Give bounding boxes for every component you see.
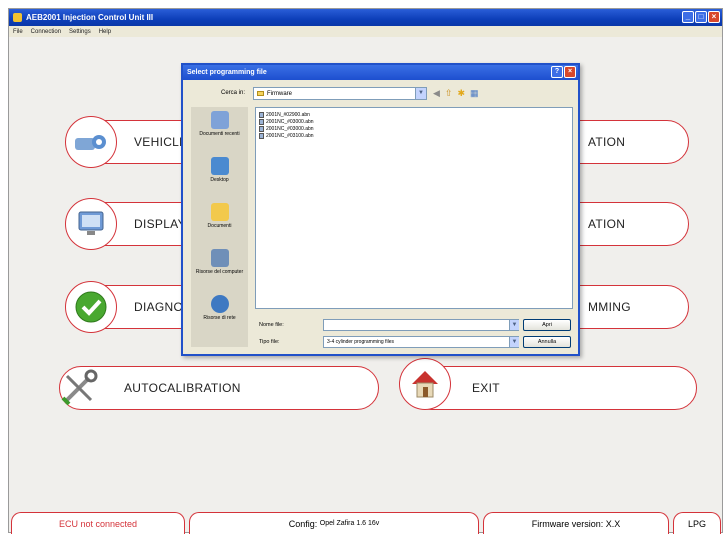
- file-item[interactable]: 2001NC_#03100.abn: [259, 132, 569, 139]
- file-item[interactable]: 2001NC_#03000.abn: [259, 125, 569, 132]
- place-label: Documenti recenti: [199, 131, 240, 137]
- filename-label: Nome file:: [259, 322, 284, 328]
- new-folder-icon[interactable]: ✱: [457, 88, 465, 99]
- chevron-down-icon[interactable]: ▼: [509, 320, 519, 330]
- network-icon: [210, 295, 229, 313]
- place-network[interactable]: Risorse di rete: [191, 291, 248, 337]
- file-item[interactable]: 2001NC_#03000.abn: [259, 118, 569, 125]
- chevron-down-icon[interactable]: ▼: [415, 88, 426, 99]
- up-folder-icon[interactable]: ⇧: [445, 88, 453, 99]
- place-desktop[interactable]: Desktop: [191, 153, 248, 199]
- filetype-select[interactable]: 3-4 cylinder programming files: [323, 336, 519, 348]
- file-name: 2001NC_#03100.abn: [266, 132, 314, 139]
- check-icon: [65, 281, 117, 333]
- tools-icon: [53, 362, 105, 414]
- fuel-value: LPG: [687, 518, 706, 529]
- right-label-2: ATION: [588, 217, 626, 231]
- file-name: 2001NC_#03000.abn: [266, 118, 314, 125]
- menu-bar: File Connection Settings Help: [9, 26, 722, 37]
- dialog-title: Select programming file: [187, 69, 267, 76]
- file-icon: [259, 125, 264, 132]
- file-icon: [259, 132, 264, 139]
- place-label: Risorse di rete: [203, 315, 236, 321]
- file-name: 2001NC_#03000.abn: [266, 125, 314, 132]
- autocalibration-label: AUTOCALIBRATION: [124, 381, 241, 395]
- diagnostics-label: DIAGNO: [134, 300, 184, 314]
- vehicle-icon: [65, 116, 117, 168]
- exit-button[interactable]: EXIT: [409, 366, 697, 410]
- cancel-button[interactable]: Annulla: [523, 336, 571, 348]
- file-item[interactable]: 2001N_#02900.abn: [259, 111, 569, 118]
- places-bar: Documenti recenti Desktop Documenti Riso…: [191, 107, 248, 347]
- computer-icon: [210, 249, 229, 267]
- place-label: Documenti: [207, 223, 232, 229]
- lookin-row: Cerca in: Firmware ▼ ◀ ⇧ ✱ ▦: [183, 87, 578, 101]
- config-status: Config: Opel Zafira 1.6 16v: [189, 512, 479, 534]
- lookin-select[interactable]: Firmware ▼: [253, 87, 427, 100]
- back-icon[interactable]: ◀: [433, 88, 440, 99]
- file-name: 2001N_#02900.abn: [266, 111, 310, 118]
- open-button[interactable]: Apri: [523, 319, 571, 331]
- maximize-button[interactable]: □: [695, 11, 707, 23]
- window-title: AEB2001 Injection Control Unit III: [26, 13, 154, 22]
- view-menu-icon[interactable]: ▦: [470, 88, 479, 99]
- ecu-status-text: ECU not connected: [58, 518, 138, 529]
- dialog-close-button[interactable]: ×: [564, 66, 576, 78]
- firmware-label: Firmware version:: [531, 518, 604, 529]
- place-label: Desktop: [210, 177, 229, 183]
- lookin-value: Firmware: [267, 90, 292, 97]
- file-dialog: Select programming file ? × Cerca in: Fi…: [181, 63, 580, 356]
- filetype-row: Tipo file: 3-4 cylinder programming file…: [255, 336, 573, 348]
- right-label-3: MMING: [588, 300, 631, 314]
- fuel-status: LPG: [673, 512, 721, 534]
- minimize-button[interactable]: _: [682, 11, 694, 23]
- menu-file[interactable]: File: [13, 29, 23, 35]
- desktop-icon: [210, 157, 229, 175]
- config-value: Opel Zafira 1.6 16v: [319, 520, 380, 527]
- documents-icon: [210, 203, 229, 221]
- file-list[interactable]: 2001N_#02900.abn 2001NC_#03000.abn 2001N…: [255, 107, 573, 309]
- folder-icon: [257, 91, 264, 96]
- filetype-label: Tipo file:: [259, 339, 280, 345]
- file-icon: [259, 111, 264, 118]
- place-documents[interactable]: Documenti: [191, 199, 248, 245]
- recent-documents-icon: [210, 111, 229, 129]
- autocalibration-button[interactable]: AUTOCALIBRATION: [59, 366, 379, 410]
- file-icon: [259, 118, 264, 125]
- right-label-1: ATION: [588, 135, 626, 149]
- menu-connection[interactable]: Connection: [31, 29, 61, 35]
- title-bar: AEB2001 Injection Control Unit III _ □ ×: [9, 9, 722, 26]
- place-label: Risorse del computer: [195, 269, 244, 275]
- lookin-label: Cerca in:: [221, 90, 246, 96]
- chevron-down-icon[interactable]: ▼: [509, 337, 519, 347]
- app-icon: [13, 13, 22, 22]
- help-button[interactable]: ?: [551, 66, 563, 78]
- display-label: DISPLAY: [134, 217, 186, 231]
- ecu-status: ECU not connected: [11, 512, 185, 534]
- monitor-icon: [65, 198, 117, 250]
- menu-settings[interactable]: Settings: [69, 29, 91, 35]
- firmware-value: X.X: [605, 518, 621, 529]
- dialog-title-bar: Select programming file ? ×: [183, 65, 578, 80]
- filename-input[interactable]: [323, 319, 519, 331]
- close-button[interactable]: ×: [708, 11, 720, 23]
- firmware-status: Firmware version: X.X: [483, 512, 669, 534]
- home-icon: [399, 358, 451, 410]
- filename-row: Nome file: ▼ Apri: [255, 319, 573, 331]
- place-recent[interactable]: Documenti recenti: [191, 107, 248, 153]
- menu-help[interactable]: Help: [99, 29, 111, 35]
- place-computer[interactable]: Risorse del computer: [191, 245, 248, 291]
- config-label: Config:: [288, 518, 318, 529]
- vehicle-label: VEHICLE: [134, 135, 188, 149]
- exit-label: EXIT: [472, 381, 500, 395]
